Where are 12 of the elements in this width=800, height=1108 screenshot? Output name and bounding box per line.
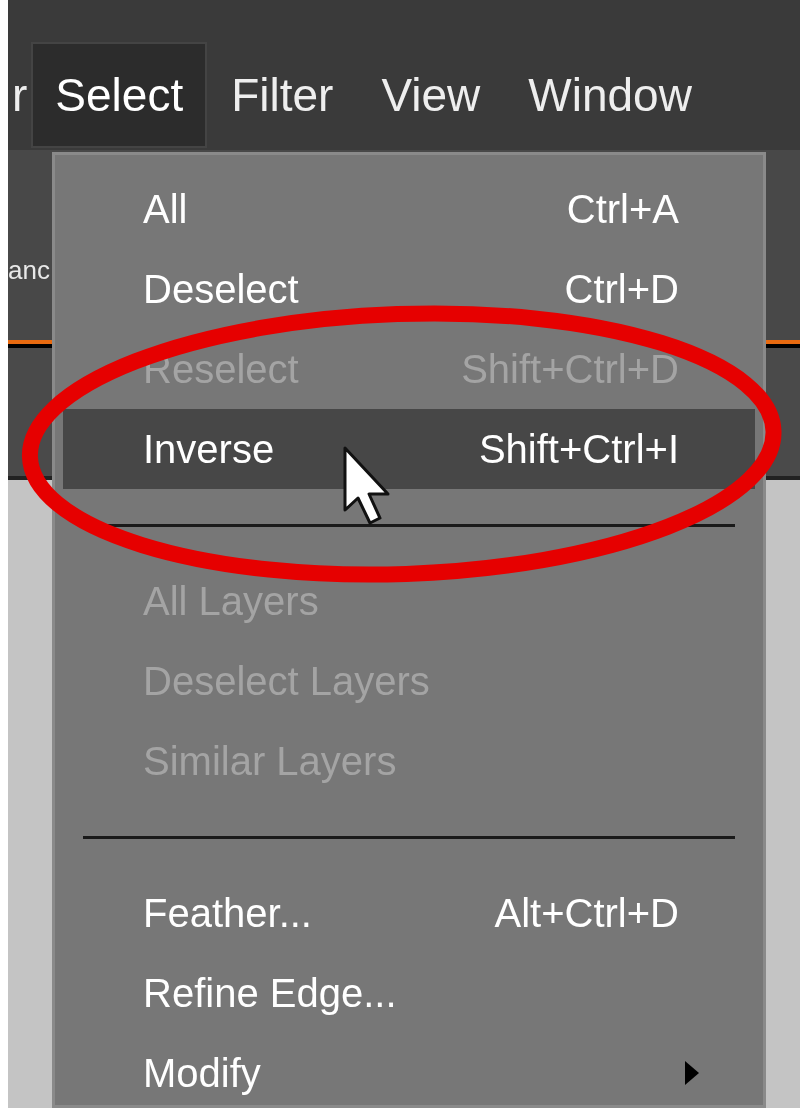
menu-bar-item[interactable]: Select: [31, 42, 208, 148]
menu-bar-item[interactable]: View: [357, 42, 505, 148]
menu-item[interactable]: Deselect Ctrl+D: [63, 249, 755, 329]
menu-bar-item[interactable]: Window: [504, 42, 716, 148]
menu-item[interactable]: Modify: [63, 1033, 755, 1108]
menu-item[interactable]: Feather... Alt+Ctrl+D: [63, 873, 755, 953]
menu-bar-item[interactable]: Filter: [207, 42, 358, 148]
menu-item[interactable]: All Ctrl+A: [63, 169, 755, 249]
toolbar-label: anc: [8, 257, 50, 283]
menu-item[interactable]: Inverse Shift+Ctrl+I: [63, 409, 755, 489]
menu-item[interactable]: Refine Edge...: [63, 953, 755, 1033]
menu-bar-item[interactable]: r: [8, 42, 32, 148]
